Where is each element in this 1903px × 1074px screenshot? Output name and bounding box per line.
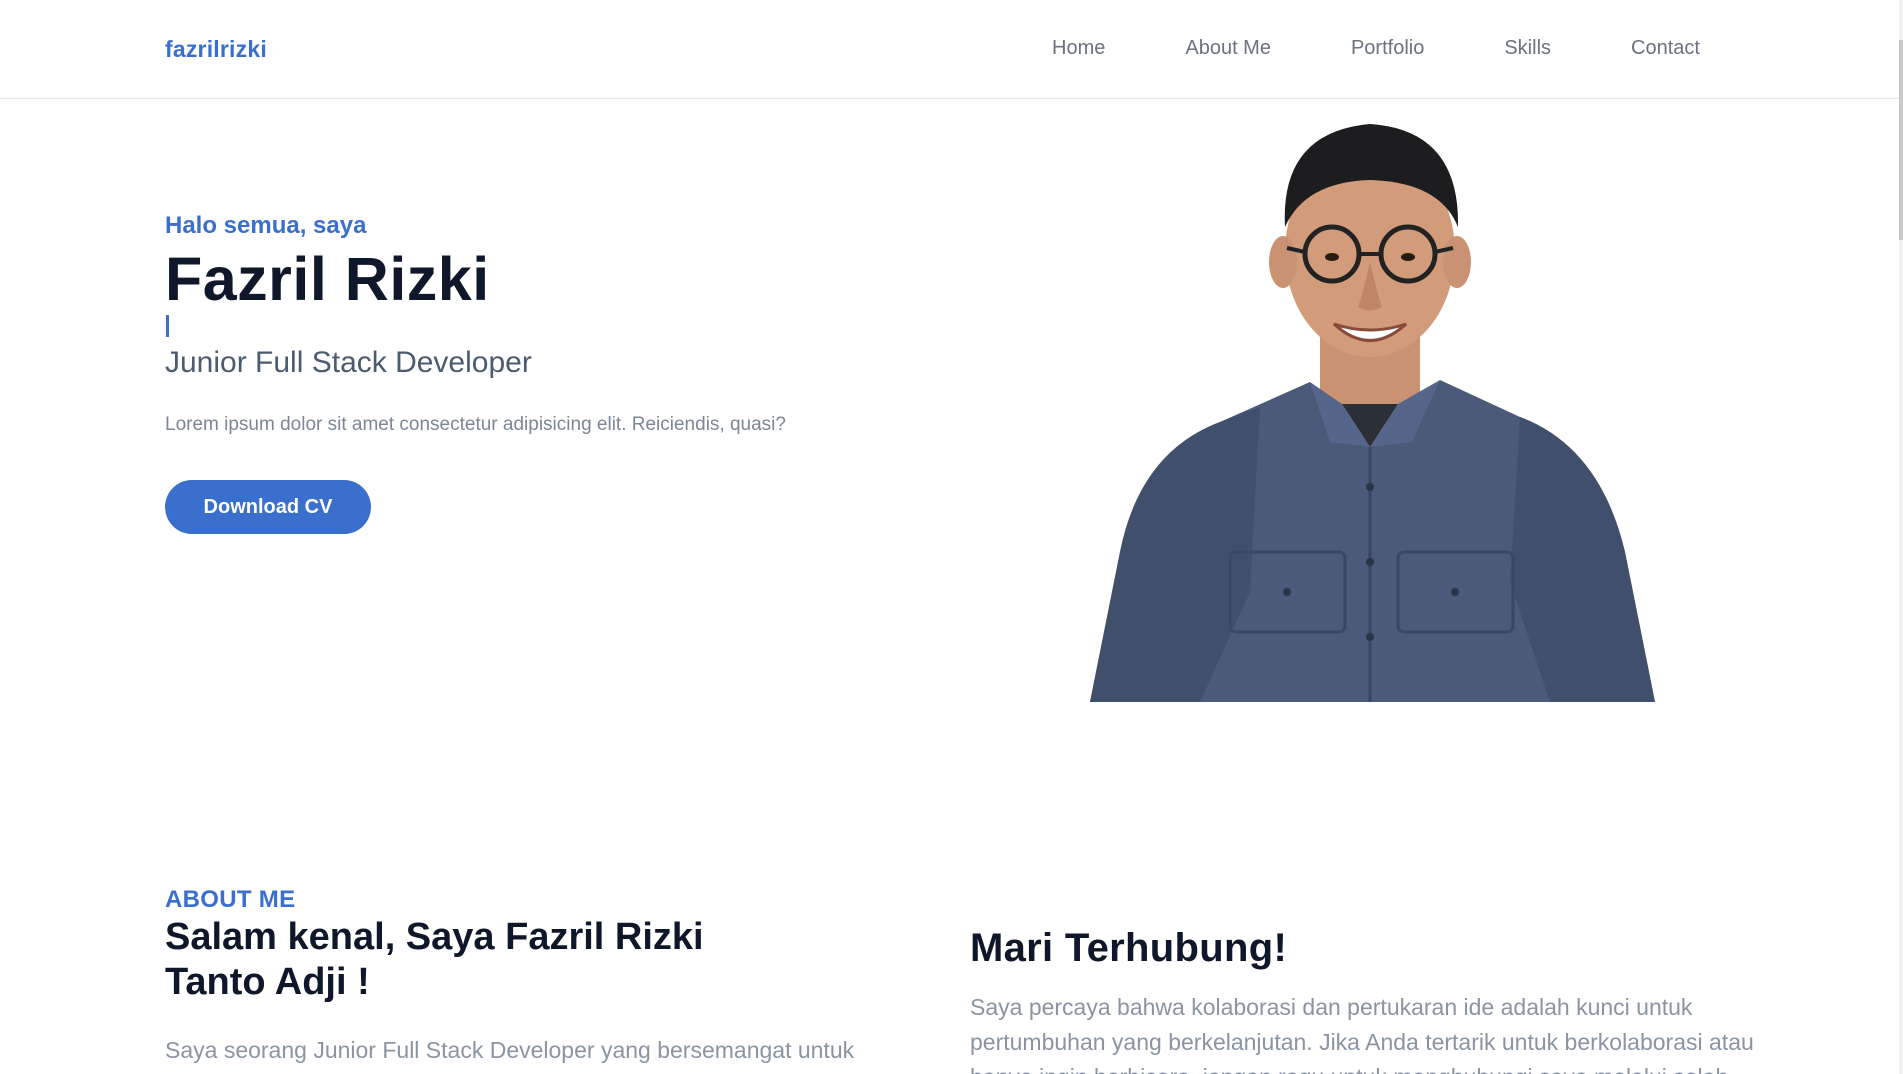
- scrollbar-thumb[interactable]: [1899, 40, 1903, 240]
- connect-title: Mari Terhubung!: [970, 926, 1288, 970]
- nav-links: Home About Me Portfolio Skills Contact: [1052, 37, 1700, 60]
- hero-greeting: Halo semua, saya: [165, 212, 367, 239]
- hero-role: Junior Full Stack Developer: [165, 346, 532, 379]
- navbar: fazrilrizki Home About Me Portfolio Skil…: [0, 0, 1903, 99]
- page: fazrilrizki Home About Me Portfolio Skil…: [0, 0, 1903, 1074]
- nav-link-contact[interactable]: Contact: [1631, 37, 1700, 60]
- hero-description: Lorem ipsum dolor sit amet consectetur a…: [165, 414, 786, 435]
- profile-photo: [1090, 124, 1655, 702]
- scrollbar[interactable]: [1899, 0, 1903, 1074]
- nav-link-home[interactable]: Home: [1052, 37, 1105, 60]
- download-cv-button[interactable]: Download CV: [165, 480, 371, 534]
- nav-link-portfolio[interactable]: Portfolio: [1351, 37, 1424, 60]
- about-title: Salam kenal, Saya Fazril Rizki Tanto Adj…: [165, 916, 704, 1003]
- connect-text: Saya percaya bahwa kolaborasi dan pertuk…: [970, 994, 1754, 1074]
- nav-link-skills[interactable]: Skills: [1504, 37, 1551, 60]
- nav-link-about[interactable]: About Me: [1185, 37, 1271, 60]
- hero-name: Fazril Rizki: [165, 245, 490, 313]
- about-text: Saya seorang Junior Full Stack Developer…: [165, 1037, 855, 1063]
- about-eyebrow: ABOUT ME: [165, 886, 296, 913]
- brand-logo[interactable]: fazrilrizki: [165, 36, 267, 63]
- typing-caret: [166, 315, 169, 337]
